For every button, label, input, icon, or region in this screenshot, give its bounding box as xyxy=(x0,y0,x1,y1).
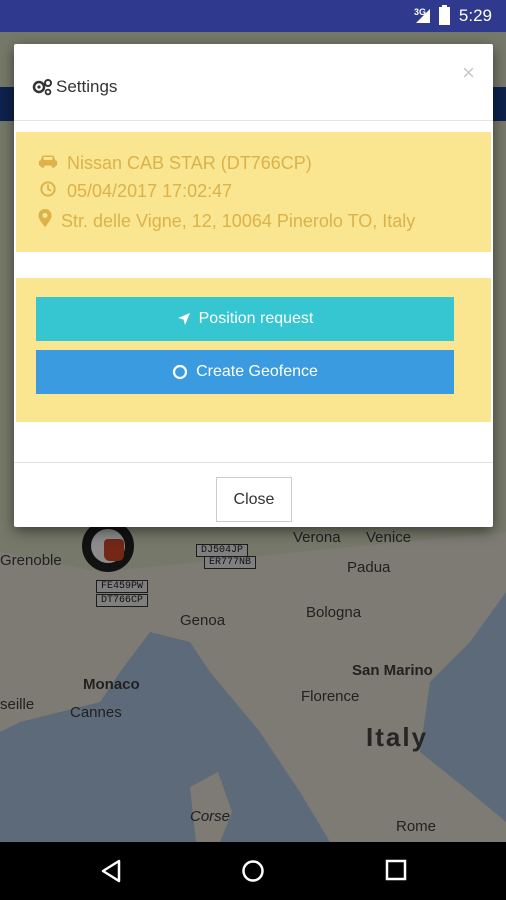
vehicle-row: Nissan CAB STAR (DT766CP) xyxy=(38,153,312,174)
status-bar: 3G 5:29 xyxy=(0,0,506,32)
signal-icon xyxy=(416,9,430,23)
vehicle-info-box: Nissan CAB STAR (DT766CP) 05/04/2017 17:… xyxy=(16,132,491,252)
clock-icon xyxy=(40,181,56,197)
car-icon xyxy=(38,155,58,168)
dialog-title: Settings xyxy=(56,77,118,96)
circle-icon xyxy=(172,364,188,379)
create-geofence-button[interactable]: Create Geofence xyxy=(36,350,454,394)
settings-dialog: Settings × Nissan CAB STAR (DT766CP) 05/… xyxy=(14,44,493,527)
address: Str. delle Vigne, 12, 10064 Pinerolo TO,… xyxy=(61,211,416,231)
close-icon[interactable]: × xyxy=(462,60,475,86)
position-request-button[interactable]: Position request xyxy=(36,297,454,341)
back-icon[interactable] xyxy=(100,859,122,883)
dialog-header: Settings × xyxy=(14,44,493,121)
clock: 5:29 xyxy=(458,6,492,25)
home-icon[interactable] xyxy=(241,859,265,883)
dialog-footer: Close xyxy=(14,462,493,528)
address-row: Str. delle Vigne, 12, 10064 Pinerolo TO,… xyxy=(38,209,415,232)
navigation-bar xyxy=(0,842,506,900)
gears-icon xyxy=(32,79,52,96)
datetime-row: 05/04/2017 17:02:47 xyxy=(38,181,232,202)
vehicle-name: Nissan CAB STAR (DT766CP) xyxy=(67,153,312,173)
close-button[interactable]: Close xyxy=(216,477,292,522)
recents-icon[interactable] xyxy=(385,859,407,881)
timestamp: 05/04/2017 17:02:47 xyxy=(67,181,233,201)
actions-box: Position request Create Geofence xyxy=(16,278,491,422)
create-geofence-label: Create Geofence xyxy=(196,363,318,380)
location-arrow-icon xyxy=(177,312,190,325)
position-request-label: Position request xyxy=(198,310,314,327)
battery-icon xyxy=(439,5,450,25)
map-marker-icon xyxy=(38,209,52,227)
